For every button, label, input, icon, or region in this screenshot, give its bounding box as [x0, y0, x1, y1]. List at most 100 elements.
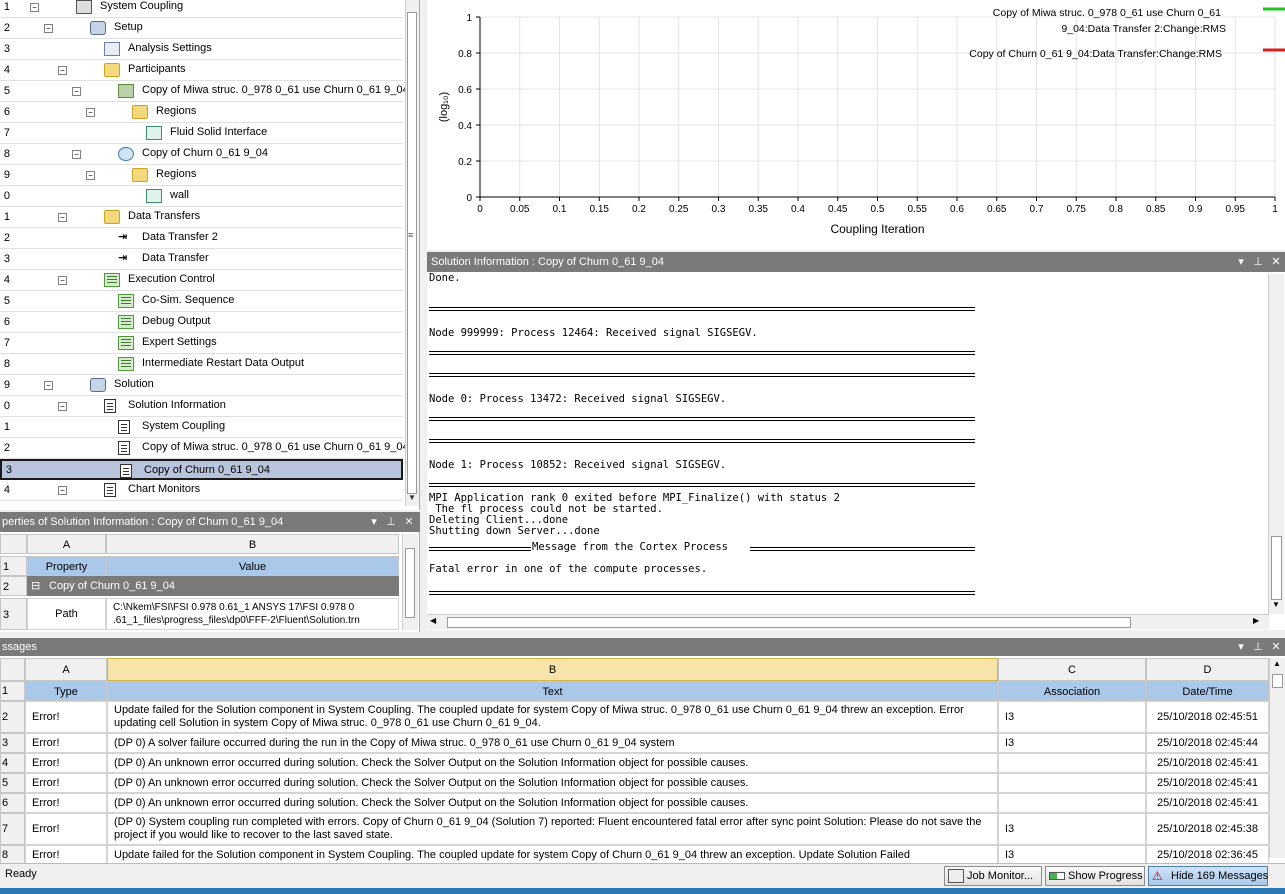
tree-item[interactable]: 1 − Data Transfers: [0, 207, 403, 228]
message-association-cell[interactable]: I3: [998, 733, 1146, 753]
col-letter-a: A: [27, 534, 106, 554]
collapse-icon[interactable]: −: [58, 486, 67, 495]
collapse-icon[interactable]: −: [58, 66, 67, 75]
collapse-icon[interactable]: −: [72, 87, 81, 96]
message-type-cell[interactable]: Error!: [25, 793, 107, 813]
pin-icon[interactable]: ⊥: [383, 512, 399, 532]
message-date-cell[interactable]: 25/10/2018 02:45:44: [1146, 733, 1269, 753]
message-text-cell[interactable]: (DP 0) An unknown error occurred during …: [107, 773, 998, 793]
solution-info-vscrollbar[interactable]: ▼: [1268, 274, 1284, 614]
tree-item[interactable]: 8 − Copy of Churn 0_61 9_04: [0, 144, 403, 165]
messages-scroll-thumb[interactable]: [1272, 674, 1283, 688]
scroll-left-icon[interactable]: ◀: [430, 616, 436, 625]
collapse-icon[interactable]: −: [30, 3, 39, 12]
message-date-cell[interactable]: 25/10/2018 02:36:45: [1146, 845, 1269, 865]
tree-item[interactable]: 9 − Solution: [0, 375, 403, 396]
scroll-down-icon[interactable]: ▼: [408, 493, 416, 502]
message-association-cell[interactable]: [998, 773, 1146, 793]
collapse-icon[interactable]: −: [58, 276, 67, 285]
separator-line: [429, 351, 975, 355]
properties-scroll-thumb[interactable]: [405, 548, 415, 618]
message-type-cell[interactable]: Error!: [25, 733, 107, 753]
show-progress-button[interactable]: Show Progress: [1045, 866, 1145, 886]
y-axis-label: (log₁₀): [438, 92, 450, 122]
tree-item[interactable]: 6 Debug Output: [0, 312, 403, 333]
message-type-cell[interactable]: Error!: [25, 813, 107, 845]
message-association-cell[interactable]: [998, 793, 1146, 813]
pin-icon[interactable]: ⊥: [1250, 252, 1266, 272]
message-association-cell[interactable]: [998, 753, 1146, 773]
tree-item[interactable]: 2 Copy of Miwa struc. 0_978 0_61 use Chur…: [0, 438, 409, 459]
settings-list-icon: [118, 315, 134, 329]
messages-scrollbar[interactable]: ▲: [1269, 658, 1285, 858]
tree-item[interactable]: 5 Co-Sim. Sequence: [0, 291, 403, 312]
message-association-cell[interactable]: I3: [998, 701, 1146, 733]
scroll-down-icon[interactable]: ▼: [1272, 600, 1280, 609]
collapse-icon[interactable]: ⊟: [31, 576, 40, 596]
close-icon[interactable]: ✕: [1268, 637, 1284, 657]
message-date-cell[interactable]: 25/10/2018 02:45:38: [1146, 813, 1269, 845]
message-type-cell[interactable]: Error!: [25, 845, 107, 865]
tree-scrollbar[interactable]: ≡ ▼: [405, 0, 419, 506]
tree-item[interactable]: 3 ⇥ Data Transfer: [0, 249, 403, 270]
tree-item[interactable]: 0 − Solution Information: [0, 396, 403, 417]
scroll-right-icon[interactable]: ▶: [1253, 616, 1259, 625]
pane-menu-icon[interactable]: ▾: [1233, 252, 1249, 272]
message-text-cell[interactable]: Update failed for the Solution component…: [107, 701, 998, 733]
message-association-cell[interactable]: I3: [998, 813, 1146, 845]
message-date-cell[interactable]: 25/10/2018 02:45:41: [1146, 773, 1269, 793]
tree-item[interactable]: 5 − Copy of Miwa struc. 0_978 0_61 use Chu…: [0, 81, 409, 102]
tree-item[interactable]: 4 − Participants: [0, 60, 403, 81]
message-text-cell[interactable]: (DP 0) An unknown error occurred during …: [107, 793, 998, 813]
pane-menu-icon[interactable]: ▾: [1233, 637, 1249, 657]
message-text-cell[interactable]: (DP 0) A solver failure occurred during …: [107, 733, 998, 753]
tree-item[interactable]: 3 Analysis Settings: [0, 39, 403, 60]
hide-messages-button[interactable]: ⚠ Hide 169 Messages: [1148, 866, 1268, 886]
tree-item[interactable]: 4 − Execution Control: [0, 270, 403, 291]
tree-item[interactable]: 7 Fluid Solid Interface: [0, 123, 403, 144]
message-association-cell[interactable]: I3: [998, 845, 1146, 865]
message-text-cell[interactable]: (DP 0) An unknown error occurred during …: [107, 753, 998, 773]
tree-item[interactable]: 1 System Coupling: [0, 417, 403, 438]
message-date-cell[interactable]: 25/10/2018 02:45:41: [1146, 753, 1269, 773]
job-monitor-button[interactable]: Job Monitor...: [944, 866, 1042, 886]
message-type-cell[interactable]: Error!: [25, 773, 107, 793]
path-property-value[interactable]: C:\Nkem\FSI\FSI 0.978 0.61_1 ANSYS 17\FS…: [106, 598, 399, 630]
x-tick-label: 0.05: [510, 204, 530, 215]
tree-item[interactable]: 0 wall: [0, 186, 403, 207]
tree-item[interactable]: 6 − Regions: [0, 102, 403, 123]
scroll-up-icon[interactable]: ▲: [1273, 659, 1281, 668]
message-type-cell[interactable]: Error!: [25, 701, 107, 733]
solution-info-hscrollbar[interactable]: ◀ ▶: [427, 614, 1269, 629]
pane-menu-icon[interactable]: ▾: [366, 512, 382, 532]
separator-line: [429, 591, 975, 595]
collapse-icon[interactable]: −: [72, 150, 81, 159]
tree-item[interactable]: 2 ⇥ Data Transfer 2: [0, 228, 403, 249]
message-text-cell[interactable]: Update failed for the Solution component…: [107, 845, 998, 865]
collapse-icon[interactable]: −: [58, 402, 67, 411]
pin-icon[interactable]: ⊥: [1250, 637, 1266, 657]
tree-item[interactable]: 3 Copy of Churn 0_61 9_04: [0, 459, 403, 480]
tree-item[interactable]: 4 − Chart Monitors: [0, 480, 403, 501]
property-group-row[interactable]: ⊟ Copy of Churn 0_61 9_04: [27, 576, 399, 596]
tree-item[interactable]: 9 − Regions: [0, 165, 403, 186]
tree-item[interactable]: 8 Intermediate Restart Data Output: [0, 354, 403, 375]
collapse-icon[interactable]: −: [58, 213, 67, 222]
message-type-cell[interactable]: Error!: [25, 753, 107, 773]
tree-item[interactable]: 2 − Setup: [0, 18, 403, 39]
collapse-icon[interactable]: −: [44, 24, 53, 33]
close-icon[interactable]: ✕: [401, 512, 417, 532]
collapse-icon[interactable]: −: [86, 171, 95, 180]
tree-item[interactable]: 7 Expert Settings: [0, 333, 403, 354]
hscroll-thumb[interactable]: [447, 617, 1131, 628]
message-date-cell[interactable]: 25/10/2018 02:45:51: [1146, 701, 1269, 733]
vscroll-thumb[interactable]: [1271, 536, 1282, 600]
tree-scroll-thumb[interactable]: [407, 12, 417, 494]
collapse-icon[interactable]: −: [44, 381, 53, 390]
properties-scrollbar[interactable]: [402, 534, 418, 630]
collapse-icon[interactable]: −: [86, 108, 95, 117]
message-text-cell[interactable]: (DP 0) System coupling run completed wit…: [107, 813, 998, 845]
close-icon[interactable]: ✕: [1268, 252, 1284, 272]
message-date-cell[interactable]: 25/10/2018 02:45:41: [1146, 793, 1269, 813]
tree-item[interactable]: 1 − System Coupling: [0, 0, 403, 18]
